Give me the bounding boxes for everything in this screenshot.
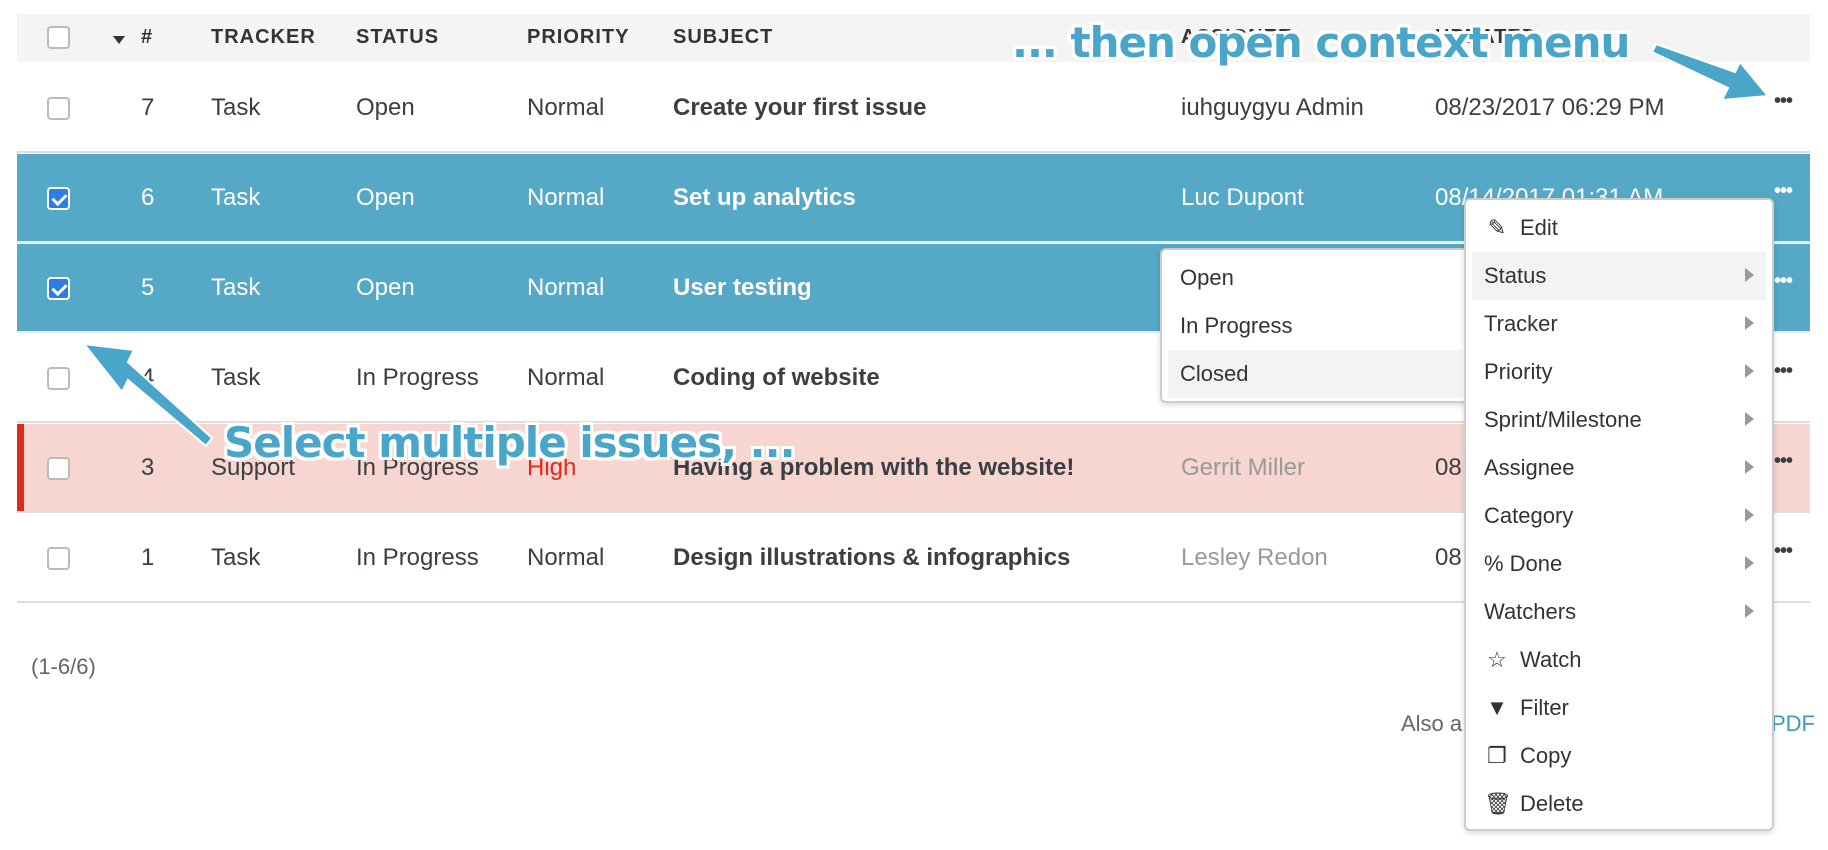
arrow-icon <box>81 342 214 448</box>
arrow-icon <box>1650 42 1770 102</box>
annotation-arrows <box>81 42 1770 448</box>
